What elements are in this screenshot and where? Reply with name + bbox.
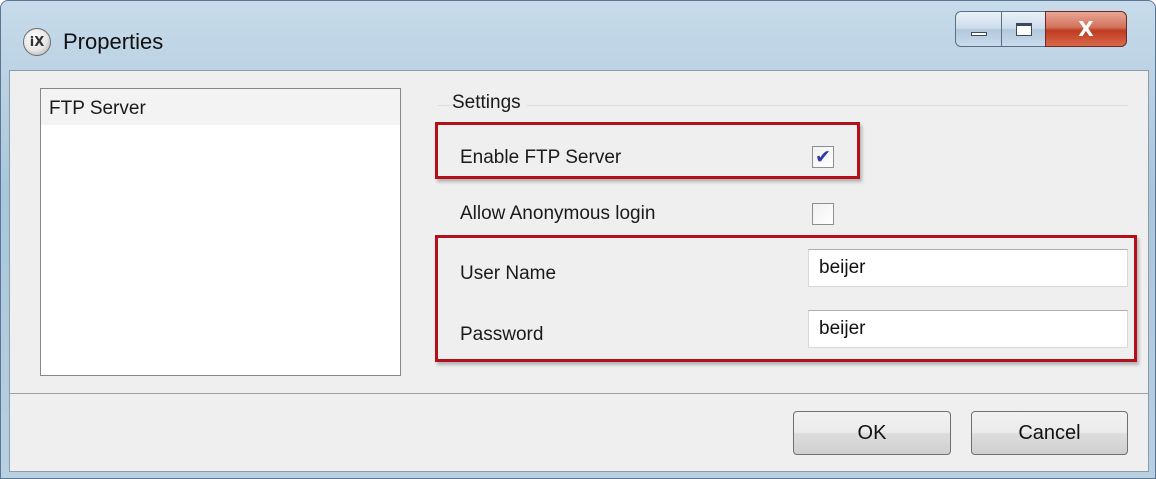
window-title: Properties bbox=[63, 29, 164, 54]
maximize-button[interactable] bbox=[1001, 11, 1045, 47]
footer-separator bbox=[10, 393, 1148, 394]
checkmark-icon: ✔ bbox=[815, 145, 831, 168]
minimize-icon bbox=[970, 32, 987, 36]
settings-group-label: Settings bbox=[452, 92, 527, 114]
caption-buttons: X bbox=[955, 11, 1127, 47]
properties-window: iX Properties X FTP Server Settings Enab… bbox=[0, 0, 1156, 479]
enable-ftp-checkbox[interactable]: ✔ bbox=[812, 146, 834, 168]
group-divider bbox=[438, 105, 1128, 106]
list-item-label: FTP Server bbox=[49, 98, 146, 119]
dialog-client-area: FTP Server Settings Enable FTP Server ✔ … bbox=[9, 70, 1149, 472]
enable-ftp-label: Enable FTP Server bbox=[460, 147, 622, 168]
list-item-ftp-server[interactable]: FTP Server bbox=[41, 89, 400, 125]
allow-anonymous-label: Allow Anonymous login bbox=[460, 203, 656, 224]
maximize-icon bbox=[1015, 22, 1032, 36]
close-icon: X bbox=[1078, 17, 1094, 41]
allow-anonymous-checkbox[interactable] bbox=[812, 203, 834, 225]
password-input[interactable] bbox=[808, 310, 1128, 348]
title-bar[interactable]: iX Properties X bbox=[1, 1, 1155, 71]
user-name-label: User Name bbox=[460, 263, 557, 284]
app-icon-text: iX bbox=[29, 34, 45, 50]
ok-button[interactable]: OK bbox=[793, 411, 951, 455]
app-icon: iX bbox=[23, 28, 51, 56]
minimize-button[interactable] bbox=[955, 11, 1001, 47]
close-button[interactable]: X bbox=[1045, 11, 1127, 47]
category-list[interactable]: FTP Server bbox=[40, 88, 401, 376]
password-label: Password bbox=[460, 324, 544, 345]
cancel-button[interactable]: Cancel bbox=[971, 411, 1128, 455]
user-name-input[interactable] bbox=[808, 249, 1128, 287]
